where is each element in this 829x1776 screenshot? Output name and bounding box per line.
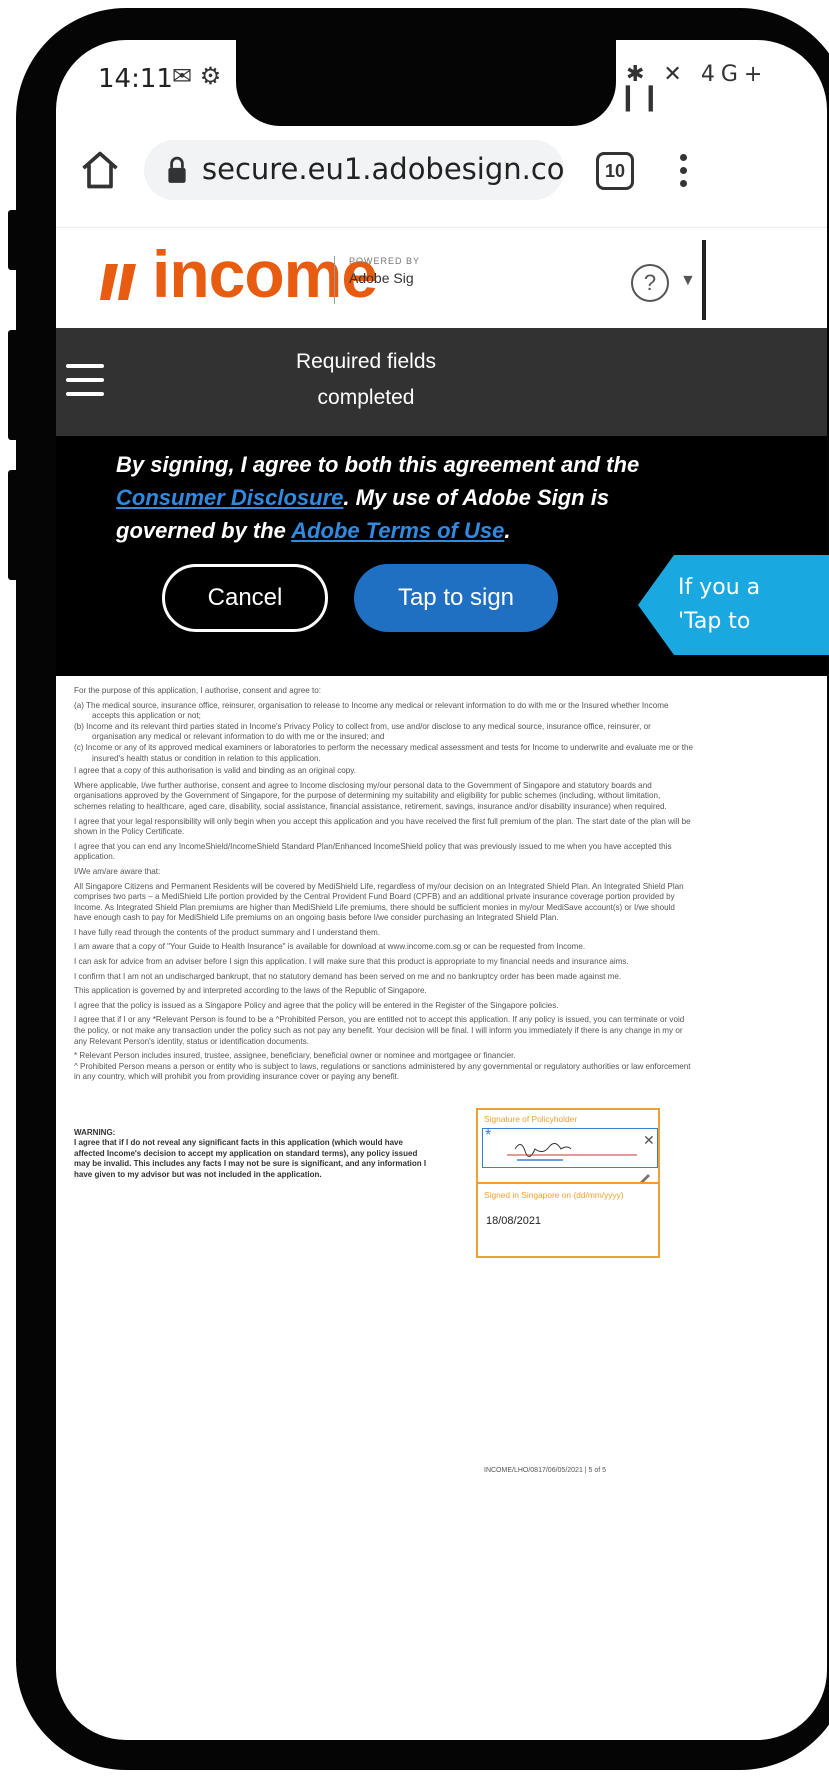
chevron-down-icon[interactable]: ▼ [680, 272, 696, 290]
phone-screen: 14:11 ✉ ⚙ ✱ ✕ 4G+ ▎▎ secure.eu1.adobesig… [56, 40, 827, 1740]
signature-divider [478, 1182, 658, 1184]
doc-paragraph: I/We am/are aware that: [74, 866, 161, 876]
camera-notch [236, 40, 616, 126]
doc-paragraph: Where applicable, I/we further authorise… [74, 780, 667, 811]
signed-location-label: Signed in Singapore on (dd/mm/yyyy) [484, 1190, 624, 1200]
adobe-terms-link[interactable]: Adobe Terms of Use [291, 518, 504, 543]
warning-text: I agree that if I do not reveal any sign… [74, 1138, 427, 1179]
tabs-count-icon[interactable]: 10 [596, 152, 634, 190]
instruction-callout: If you a 'Tap to [638, 555, 829, 655]
doc-paragraph: I have fully read through the contents o… [74, 927, 380, 937]
doc-paragraph: ^ Prohibited Person means a person or en… [74, 1061, 691, 1082]
required-fields-status: Required fields completed [56, 344, 676, 416]
app-header: income POWERED BY Adobe Sig ? ▼ [56, 228, 827, 328]
help-icon[interactable]: ? [631, 264, 669, 302]
signature-scribble [507, 1143, 637, 1161]
doc-paragraph: This application is governed by and inte… [74, 986, 427, 996]
status-line-1: Required fields [295, 350, 437, 373]
doc-paragraph: I agree that you can end any IncomeShiel… [74, 841, 672, 862]
notification-icons: ✉ ⚙ [172, 62, 222, 90]
clear-signature-icon[interactable]: ✕ [643, 1133, 655, 1146]
powered-by-badge: POWERED BY Adobe Sig [334, 256, 420, 304]
doc-paragraph: I am aware that a copy of "Your Guide to… [74, 942, 586, 952]
home-icon[interactable] [78, 148, 122, 192]
doc-paragraph: * Relevant Person includes insured, trus… [74, 1051, 516, 1061]
status-line-2: completed [317, 386, 415, 409]
callout-line-1: If you a [678, 575, 761, 600]
powered-by-label: POWERED BY [349, 256, 421, 266]
doc-paragraph: For the purpose of this application, I a… [74, 686, 322, 695]
callout-text: If you a 'Tap to [678, 571, 760, 639]
income-logo-mark [100, 264, 136, 300]
required-asterisk-icon: * [485, 1127, 492, 1144]
signature-label: Signature of Policyholder [484, 1114, 578, 1124]
address-bar[interactable]: secure.eu1.adobesign.com/pub [144, 140, 564, 200]
doc-list-item: (b) Income and its relevant third partie… [74, 721, 651, 742]
doc-paragraph: I can ask for advice from an adviser bef… [74, 957, 629, 967]
cancel-button[interactable]: Cancel [162, 564, 328, 632]
signed-date-field[interactable]: 18/08/2021 [486, 1216, 541, 1227]
doc-paragraph: I agree that a copy of this authorisatio… [74, 766, 356, 776]
tap-to-sign-button[interactable]: Tap to sign [354, 564, 558, 632]
doc-paragraph: I agree that the policy is issued as a S… [74, 1000, 559, 1010]
doc-paragraph: All Singapore Citizens and Permanent Res… [74, 881, 684, 923]
doc-paragraph: I agree that your legal responsibility w… [74, 816, 691, 837]
status-time: 14:11 [98, 64, 173, 94]
powered-by-name: Adobe Sig [349, 270, 414, 286]
phone-side-button [8, 330, 22, 440]
doc-list-item: (c) Income or any of its approved medica… [74, 742, 694, 763]
consent-statement: By signing, I agree to both this agreeme… [116, 448, 656, 547]
phone-side-button [8, 470, 22, 580]
warning-block: WARNING: I agree that if I do not reveal… [74, 1128, 434, 1180]
browser-toolbar: secure.eu1.adobesign.com/pub 10 [56, 118, 827, 228]
phone-side-button [8, 210, 22, 270]
callout-line-2: 'Tap to [678, 609, 751, 634]
signature-field[interactable]: * ✕ [482, 1128, 658, 1168]
header-divider [702, 240, 706, 320]
consent-text-part: By signing, I agree to both this agreeme… [116, 452, 640, 477]
more-options-icon[interactable] [668, 150, 698, 194]
doc-list: (a) The medical source, insurance office… [74, 701, 694, 765]
lock-icon [168, 156, 186, 183]
doc-paragraph: I agree that if I or any *Relevant Perso… [74, 1015, 685, 1046]
document-footer: INCOME/LHO/0817/06/05/2021 | 5 of 5 [484, 1467, 607, 1474]
system-status-icons: ✱ ✕ 4G+ ▎▎ [626, 62, 769, 112]
signature-block: Signature of Policyholder * ✕ Signed in … [476, 1108, 660, 1258]
warning-title: WARNING: [74, 1128, 116, 1137]
doc-list-item: (a) The medical source, insurance office… [74, 700, 669, 721]
consumer-disclosure-link[interactable]: Consumer Disclosure [116, 485, 343, 510]
signing-toolbar: Required fields completed [56, 328, 827, 436]
document-page: For the purpose of this application, I a… [74, 686, 694, 1686]
consent-text-part: . [504, 518, 511, 543]
doc-paragraph: I confirm that I am not an undischarged … [74, 971, 622, 981]
url-text: secure.eu1.adobesign.com/pub [202, 152, 564, 186]
